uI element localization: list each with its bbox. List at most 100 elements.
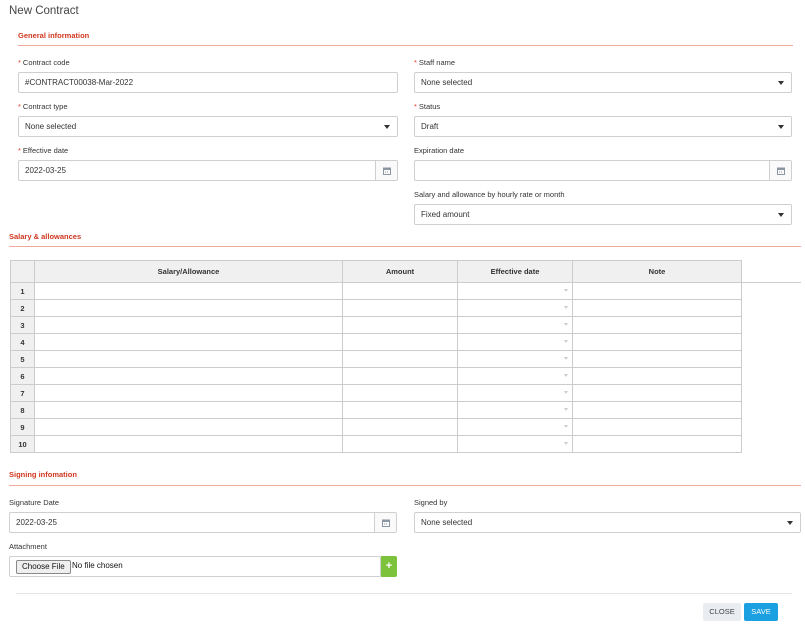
effective-date-cell[interactable] xyxy=(457,350,573,368)
salary-allowance-cell[interactable] xyxy=(34,282,343,300)
effective-date-cell[interactable] xyxy=(457,282,573,300)
note-cell[interactable] xyxy=(572,350,742,368)
amount-cell[interactable] xyxy=(342,333,458,351)
calendar-icon[interactable] xyxy=(374,513,396,532)
signature-date-value: 2022-03-25 xyxy=(16,518,57,527)
caret-down-icon xyxy=(564,306,568,309)
effective-date-cell[interactable] xyxy=(457,418,573,436)
note-cell[interactable] xyxy=(572,435,742,453)
salary-allowance-cell[interactable] xyxy=(34,350,343,368)
effective-date-cell[interactable] xyxy=(457,316,573,334)
status-select[interactable]: Draft xyxy=(414,116,792,137)
required-mark: * xyxy=(414,102,417,111)
contract-type-value: None selected xyxy=(25,122,77,131)
salary-allowance-cell[interactable] xyxy=(34,435,343,453)
attachment-label: Attachment xyxy=(9,542,47,551)
staff-name-select[interactable]: None selected xyxy=(414,72,792,93)
row-number: 1 xyxy=(10,282,35,300)
row-number: 2 xyxy=(10,299,35,317)
footer-divider xyxy=(16,593,792,594)
note-cell[interactable] xyxy=(572,333,742,351)
amount-cell[interactable] xyxy=(342,418,458,436)
signature-date-input[interactable]: 2022-03-25 xyxy=(9,512,397,533)
note-cell[interactable] xyxy=(572,401,742,419)
effective-date-cell[interactable] xyxy=(457,299,573,317)
amount-cell[interactable] xyxy=(342,384,458,402)
file-status-text: No file chosen xyxy=(72,561,123,570)
general-section-divider xyxy=(18,45,793,46)
choose-file-button[interactable]: Choose File xyxy=(16,560,71,574)
amount-cell[interactable] xyxy=(342,435,458,453)
table-row: 5 xyxy=(10,350,801,368)
caret-down-icon xyxy=(564,425,568,428)
signed-by-select[interactable]: None selected xyxy=(414,512,801,533)
row-number: 7 xyxy=(10,384,35,402)
table-row: 2 xyxy=(10,299,801,317)
expiration-date-label: Expiration date xyxy=(414,146,465,155)
table-row: 4 xyxy=(10,333,801,351)
note-cell[interactable] xyxy=(572,282,742,300)
caret-down-icon xyxy=(564,408,568,411)
required-mark: * xyxy=(18,58,21,67)
table-header-filler xyxy=(741,260,801,283)
note-cell[interactable] xyxy=(572,384,742,402)
save-button[interactable]: SAVE xyxy=(744,603,778,621)
plus-icon: + xyxy=(385,560,393,572)
table-row: 7 xyxy=(10,384,801,402)
salary-allowance-cell[interactable] xyxy=(34,299,343,317)
effective-date-cell[interactable] xyxy=(457,367,573,385)
row-number: 10 xyxy=(10,435,35,453)
salary-allowance-cell[interactable] xyxy=(34,316,343,334)
table-row: 9 xyxy=(10,418,801,436)
contract-type-select[interactable]: None selected xyxy=(18,116,398,137)
amount-cell[interactable] xyxy=(342,401,458,419)
row-number: 3 xyxy=(10,316,35,334)
note-cell[interactable] xyxy=(572,316,742,334)
amount-cell[interactable] xyxy=(342,299,458,317)
note-cell[interactable] xyxy=(572,299,742,317)
effective-date-cell[interactable] xyxy=(457,333,573,351)
salary-allowance-cell[interactable] xyxy=(34,384,343,402)
amount-cell[interactable] xyxy=(342,350,458,368)
contract-type-label: * Contract type xyxy=(18,102,68,111)
modal-title: New Contract xyxy=(9,5,79,17)
amount-cell[interactable] xyxy=(342,367,458,385)
effective-date-cell[interactable] xyxy=(457,384,573,402)
column-header-amount[interactable]: Amount xyxy=(342,260,458,283)
caret-down-icon xyxy=(564,391,568,394)
effective-date-cell[interactable] xyxy=(457,435,573,453)
salary-allowance-cell[interactable] xyxy=(34,401,343,419)
attachment-file-input[interactable]: Choose File No file chosen xyxy=(9,556,381,577)
salary-allowance-cell[interactable] xyxy=(34,418,343,436)
caret-down-icon xyxy=(778,81,784,85)
row-number: 5 xyxy=(10,350,35,368)
effective-date-input[interactable]: 2022-03-25 xyxy=(18,160,398,181)
note-cell[interactable] xyxy=(572,367,742,385)
column-header-effective-date[interactable]: Effective date xyxy=(457,260,573,283)
contract-code-label-text: Contract code xyxy=(22,58,70,67)
column-header-salary-allowance[interactable]: Salary/Allowance xyxy=(34,260,343,283)
contract-code-input[interactable]: #CONTRACT00038-Mar-2022 xyxy=(18,72,398,93)
salary-allowance-cell[interactable] xyxy=(34,367,343,385)
row-number: 9 xyxy=(10,418,35,436)
amount-cell[interactable] xyxy=(342,316,458,334)
calendar-icon[interactable] xyxy=(375,161,397,180)
add-attachment-button[interactable]: + xyxy=(381,556,397,577)
caret-down-icon xyxy=(787,521,793,525)
caret-down-icon xyxy=(778,213,784,217)
effective-date-cell[interactable] xyxy=(457,401,573,419)
close-button[interactable]: CLOSE xyxy=(703,603,741,621)
effective-date-label-text: Effective date xyxy=(22,146,69,155)
note-cell[interactable] xyxy=(572,418,742,436)
column-header-note[interactable]: Note xyxy=(572,260,742,283)
signature-date-label: Signature Date xyxy=(9,498,60,507)
calendar-icon[interactable] xyxy=(769,161,791,180)
staff-name-value: None selected xyxy=(421,78,473,87)
salary-mode-select[interactable]: Fixed amount xyxy=(414,204,792,225)
salary-allowance-cell[interactable] xyxy=(34,333,343,351)
expiration-date-input[interactable] xyxy=(414,160,792,181)
status-value: Draft xyxy=(421,122,439,131)
salary-mode-label: Salary and allowance by hourly rate or m… xyxy=(414,190,565,199)
amount-cell[interactable] xyxy=(342,282,458,300)
staff-name-label: * Staff name xyxy=(414,58,455,67)
